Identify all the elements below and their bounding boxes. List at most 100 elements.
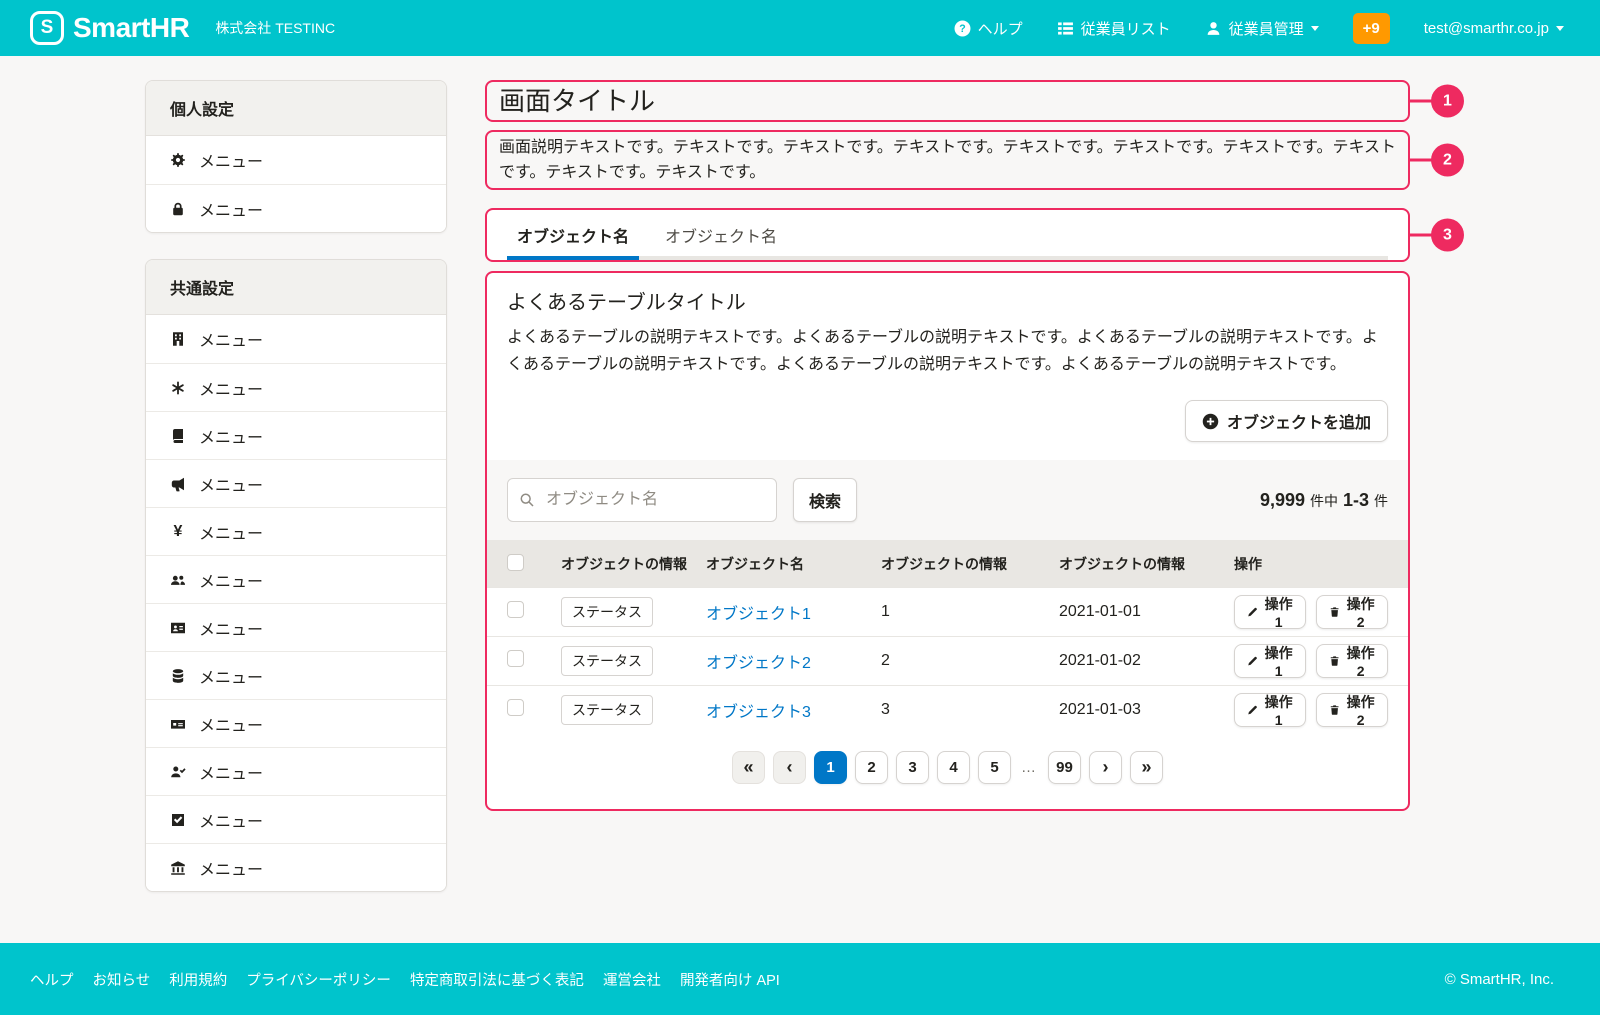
sidebar-section-personal: 個人設定 メニュー メニュー (145, 80, 447, 233)
select-all-checkbox[interactable] (507, 554, 524, 571)
pencil-icon (1247, 654, 1258, 668)
sidebar-item-menu[interactable]: メニュー (146, 363, 446, 411)
sidebar-item-menu[interactable]: メニュー (146, 843, 446, 891)
column-header: オブジェクトの情報 (881, 554, 1059, 574)
pagination-ellipsis: … (1019, 759, 1040, 776)
edit-button[interactable]: 操作1 (1234, 693, 1306, 727)
table-title: よくあるテーブルタイトル (507, 286, 1388, 315)
page-button-3[interactable]: 3 (896, 751, 929, 784)
status-badge: ステータス (561, 646, 653, 676)
row-checkbox[interactable] (507, 650, 524, 667)
copyright: © SmartHR, Inc. (1445, 971, 1554, 988)
column-header: オブジェクトの情報 (1059, 554, 1234, 574)
add-object-button[interactable]: オブジェクトを追加 (1185, 400, 1388, 442)
annotation-box-3: オブジェクト名 オブジェクト名 3 (485, 208, 1410, 262)
footer-link-news[interactable]: お知らせ (93, 969, 151, 990)
check-square-icon (170, 812, 186, 828)
sidebar-item-menu[interactable]: メニュー (146, 411, 446, 459)
sidebar-item-menu[interactable]: ¥ メニュー (146, 507, 446, 555)
last-page-button[interactable]: » (1130, 751, 1163, 784)
money-check-icon (170, 716, 186, 732)
yen-icon: ¥ (170, 524, 186, 540)
sidebar-item-menu[interactable]: メニュー (146, 184, 446, 232)
sidebar-item-menu[interactable]: メニュー (146, 747, 446, 795)
row-checkbox[interactable] (507, 601, 524, 618)
annotation-badge-3: 3 (1431, 219, 1464, 252)
svg-text:?: ? (959, 23, 965, 35)
page-button-5[interactable]: 5 (978, 751, 1011, 784)
edit-button[interactable]: 操作1 (1234, 644, 1306, 678)
page-description: 画面説明テキストです。テキストです。テキストです。テキストです。テキストです。テ… (499, 135, 1396, 185)
table-header-row: オブジェクトの情報 オブジェクト名 オブジェクトの情報 オブジェクトの情報 操作 (487, 540, 1408, 587)
building-icon (170, 331, 186, 347)
column-header: オブジェクトの情報 (561, 554, 706, 574)
annotation-badge-2: 2 (1431, 144, 1464, 177)
list-icon (1057, 20, 1074, 37)
asterisk-icon (170, 380, 186, 396)
search-button[interactable]: 検索 (793, 478, 857, 522)
footer-link-commerce-law[interactable]: 特定商取引法に基づく表記 (410, 969, 584, 990)
sidebar-item-menu[interactable]: メニュー (146, 555, 446, 603)
object-link[interactable]: オブジェクト3 (706, 698, 881, 722)
footer-links: ヘルプ お知らせ 利用規約 プライバシーポリシー 特定商取引法に基づく表記 運営… (30, 969, 780, 990)
sidebar-item-menu[interactable]: メニュー (146, 795, 446, 843)
sidebar-item-menu[interactable]: メニュー (146, 651, 446, 699)
object-link[interactable]: オブジェクト2 (706, 649, 881, 673)
tab-object-2[interactable]: オブジェクト名 (655, 210, 787, 260)
table-toolbar: 検索 9,999 件中 1-3 件 (487, 460, 1408, 540)
sidebar: 個人設定 メニュー メニュー 共通設定 メニュー メニュー メニュー (145, 80, 447, 918)
nav-help[interactable]: ? ヘルプ (954, 18, 1023, 39)
page-title: 画面タイトル (499, 83, 1396, 119)
delete-button[interactable]: 操作2 (1316, 595, 1388, 629)
nav-employee-list[interactable]: 従業員リスト (1057, 18, 1171, 39)
footer-link-privacy[interactable]: プライバシーポリシー (246, 969, 391, 990)
delete-button[interactable]: 操作2 (1316, 693, 1388, 727)
search-icon (519, 492, 535, 508)
footer-link-help[interactable]: ヘルプ (30, 969, 74, 990)
row-checkbox[interactable] (507, 699, 524, 716)
header-nav: ? ヘルプ 従業員リスト 従業員管理 +9 test@smarthr.co.jp (954, 13, 1564, 44)
page-button-1[interactable]: 1 (814, 751, 847, 784)
company-name: 株式会社 TESTINC (215, 18, 335, 38)
next-page-button[interactable]: › (1089, 751, 1122, 784)
footer-link-company[interactable]: 運営会社 (603, 969, 661, 990)
smarthr-logo-icon: S (30, 11, 64, 45)
page-button-2[interactable]: 2 (855, 751, 888, 784)
table-row: ステータス オブジェクト2 2 2021-01-02 操作1 操作2 (487, 636, 1408, 685)
edit-button[interactable]: 操作1 (1234, 595, 1306, 629)
notification-badge[interactable]: +9 (1353, 13, 1390, 44)
page-content: 個人設定 メニュー メニュー 共通設定 メニュー メニュー メニュー (0, 56, 1600, 943)
table-row: ステータス オブジェクト3 3 2021-01-03 操作1 操作2 (487, 685, 1408, 734)
lock-icon (170, 201, 186, 217)
chevron-down-icon (1311, 26, 1319, 35)
annotation-badge-1: 1 (1431, 85, 1464, 118)
sidebar-item-menu[interactable]: メニュー (146, 459, 446, 507)
table-row: ステータス オブジェクト1 1 2021-01-01 操作1 操作2 (487, 587, 1408, 636)
footer-link-developer-api[interactable]: 開発者向け API (680, 969, 780, 990)
pencil-icon (1247, 605, 1258, 619)
nav-employee-manage-dropdown[interactable]: 従業員管理 (1205, 18, 1319, 39)
column-header: オブジェクト名 (706, 554, 881, 574)
page-button-99[interactable]: 99 (1048, 751, 1081, 784)
sidebar-item-menu[interactable]: メニュー (146, 315, 446, 363)
delete-button[interactable]: 操作2 (1316, 644, 1388, 678)
first-page-button[interactable]: « (732, 751, 765, 784)
footer-link-terms[interactable]: 利用規約 (169, 969, 227, 990)
account-dropdown[interactable]: test@smarthr.co.jp (1424, 20, 1564, 37)
sidebar-item-menu[interactable]: メニュー (146, 603, 446, 651)
prev-page-button[interactable]: ‹ (773, 751, 806, 784)
tab-object-1[interactable]: オブジェクト名 (507, 210, 639, 260)
smarthr-logo[interactable]: S SmartHR (30, 11, 189, 45)
app-footer: ヘルプ お知らせ 利用規約 プライバシーポリシー 特定商取引法に基づく表記 運営… (0, 943, 1600, 1015)
book-icon (170, 428, 186, 444)
annotation-box-1: 画面タイトル 1 (485, 80, 1410, 122)
plus-circle-icon (1202, 413, 1219, 430)
page-button-4[interactable]: 4 (937, 751, 970, 784)
app-header: S SmartHR 株式会社 TESTINC ? ヘルプ 従業員リスト 従業員管… (0, 0, 1600, 56)
sidebar-section-title: 共通設定 (146, 260, 446, 315)
sidebar-item-menu[interactable]: メニュー (146, 136, 446, 184)
object-link[interactable]: オブジェクト1 (706, 600, 881, 624)
sidebar-item-menu[interactable]: メニュー (146, 699, 446, 747)
search-input[interactable] (507, 478, 777, 522)
database-icon (170, 668, 186, 684)
